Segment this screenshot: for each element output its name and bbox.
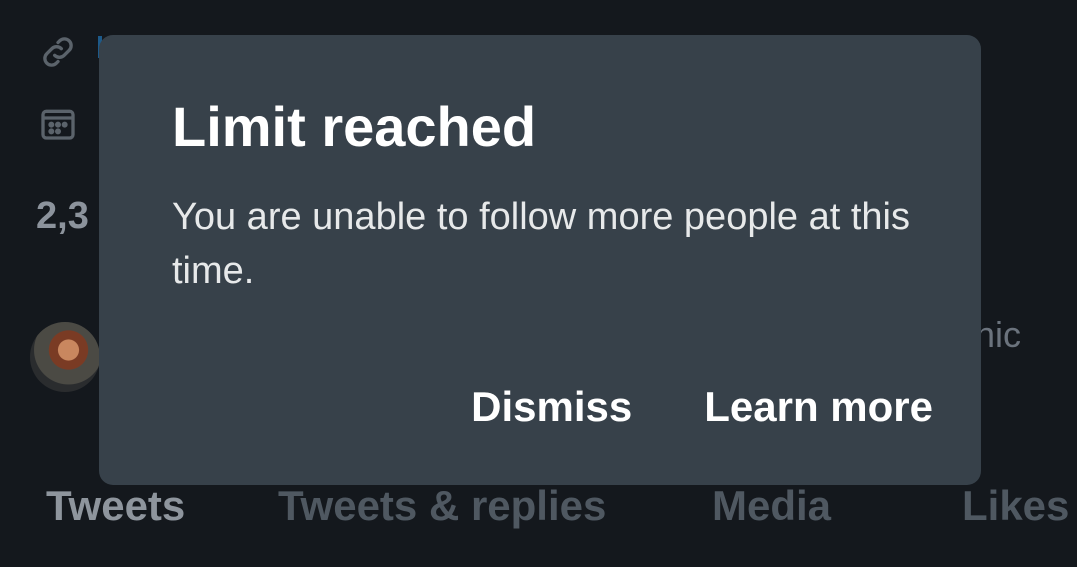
mutual-followers-peek: nic xyxy=(975,314,1022,355)
tab-tweets[interactable]: Tweets xyxy=(46,482,185,530)
link-icon xyxy=(38,32,78,72)
tab-media[interactable]: Media xyxy=(712,482,831,530)
dialog-actions: Dismiss Learn more xyxy=(471,379,933,435)
tab-tweets-and-replies[interactable]: Tweets & replies xyxy=(278,482,606,530)
limit-reached-dialog: Limit reached You are unable to follow m… xyxy=(99,35,981,485)
profile-tabs: Tweets Tweets & replies Media Likes xyxy=(0,482,1077,538)
calendar-icon xyxy=(38,103,78,143)
dismiss-button[interactable]: Dismiss xyxy=(471,379,632,435)
follow-count-peek: 2,3 xyxy=(36,195,89,237)
dialog-message: You are unable to follow more people at … xyxy=(172,196,910,292)
tab-likes[interactable]: Likes xyxy=(962,482,1069,530)
avatar[interactable] xyxy=(30,322,100,392)
dialog-title: Limit reached xyxy=(172,95,537,158)
learn-more-button[interactable]: Learn more xyxy=(704,379,933,435)
